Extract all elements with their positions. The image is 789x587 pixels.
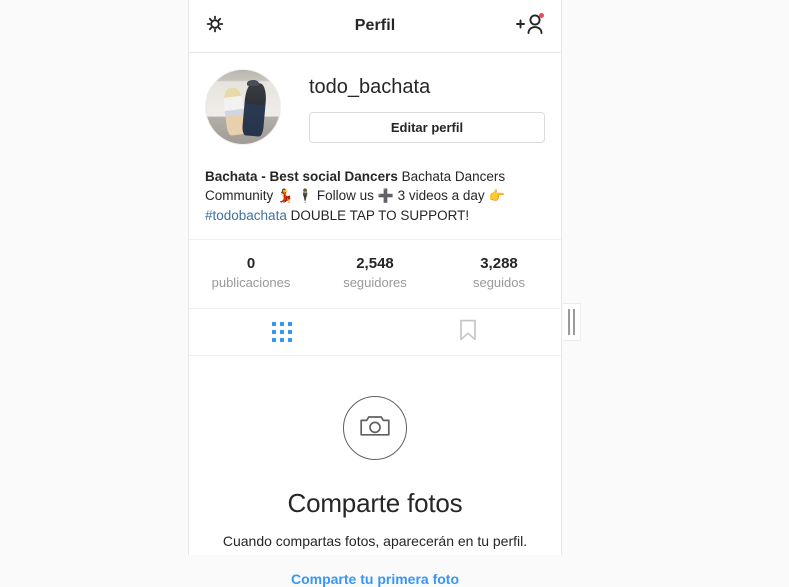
tab-bar [189, 309, 561, 356]
stat-followers-value: 2,548 [356, 255, 394, 272]
share-first-photo-link[interactable]: Comparte tu primera foto [291, 571, 459, 587]
tab-saved[interactable] [375, 309, 561, 355]
empty-state-title: Comparte fotos [287, 488, 463, 518]
settings-button[interactable] [205, 11, 239, 41]
stat-following-value: 3,288 [480, 255, 518, 272]
avatar-cap [246, 79, 259, 87]
bio-section: Bachata - Best social Dancers Bachata Da… [189, 145, 561, 240]
notification-badge [539, 13, 544, 18]
panel-resize-handle[interactable] [563, 303, 581, 341]
resize-grip-bar-2 [573, 309, 575, 335]
add-person-button[interactable] [511, 11, 545, 41]
bookmark-icon [459, 319, 477, 346]
profile-section: todo_bachata Editar perfil [189, 53, 561, 145]
stats-row: 0 publicaciones 2,548 seguidores 3,288 s… [189, 240, 561, 309]
bio-text-4: DOUBLE TAP TO SUPPORT! [286, 208, 470, 223]
app-header: Perfil [189, 0, 561, 53]
stat-following[interactable]: 3,288 seguidos [437, 254, 561, 292]
plus-emoji: ➕ [377, 189, 394, 204]
empty-state-description: Cuando compartas fotos, aparecerán en tu… [222, 533, 528, 549]
gear-icon [205, 14, 225, 39]
bio-hashtag-link[interactable]: #todobachata [205, 208, 287, 223]
pointing-hand-emoji: 👉 [488, 189, 505, 204]
edit-profile-button[interactable]: Editar perfil [309, 112, 545, 143]
empty-state: Comparte fotos Cuando compartas fotos, a… [189, 356, 561, 587]
dancer-emoji: 💃 [277, 189, 294, 204]
levitating-person-emoji: 🕴 [296, 189, 314, 204]
username: todo_bachata [309, 76, 431, 98]
stat-followers-label: seguidores [343, 275, 407, 290]
stat-posts-value: 0 [246, 255, 256, 272]
stat-followers[interactable]: 2,548 seguidores [313, 254, 437, 292]
profile-meta: todo_bachata Editar perfil [309, 69, 545, 143]
resize-grip-bar-1 [568, 309, 570, 335]
camera-icon [359, 412, 391, 445]
page-title: Perfil [354, 17, 396, 34]
stat-following-label: seguidos [472, 275, 526, 290]
stat-posts-label: publicaciones [211, 275, 291, 290]
tab-grid[interactable] [189, 309, 375, 355]
grid-icon [272, 322, 292, 342]
camera-icon-circle [343, 396, 407, 460]
bio-text-3: 3 videos a day [393, 188, 489, 203]
stat-posts[interactable]: 0 publicaciones [189, 254, 313, 292]
profile-panel: Perfil todo_bachata Editar perfil Bachat… [188, 0, 562, 587]
bio-display-name: Bachata - Best social Dancers [205, 169, 398, 184]
avatar[interactable] [205, 69, 281, 145]
bio-text-2: Follow us [313, 188, 378, 203]
